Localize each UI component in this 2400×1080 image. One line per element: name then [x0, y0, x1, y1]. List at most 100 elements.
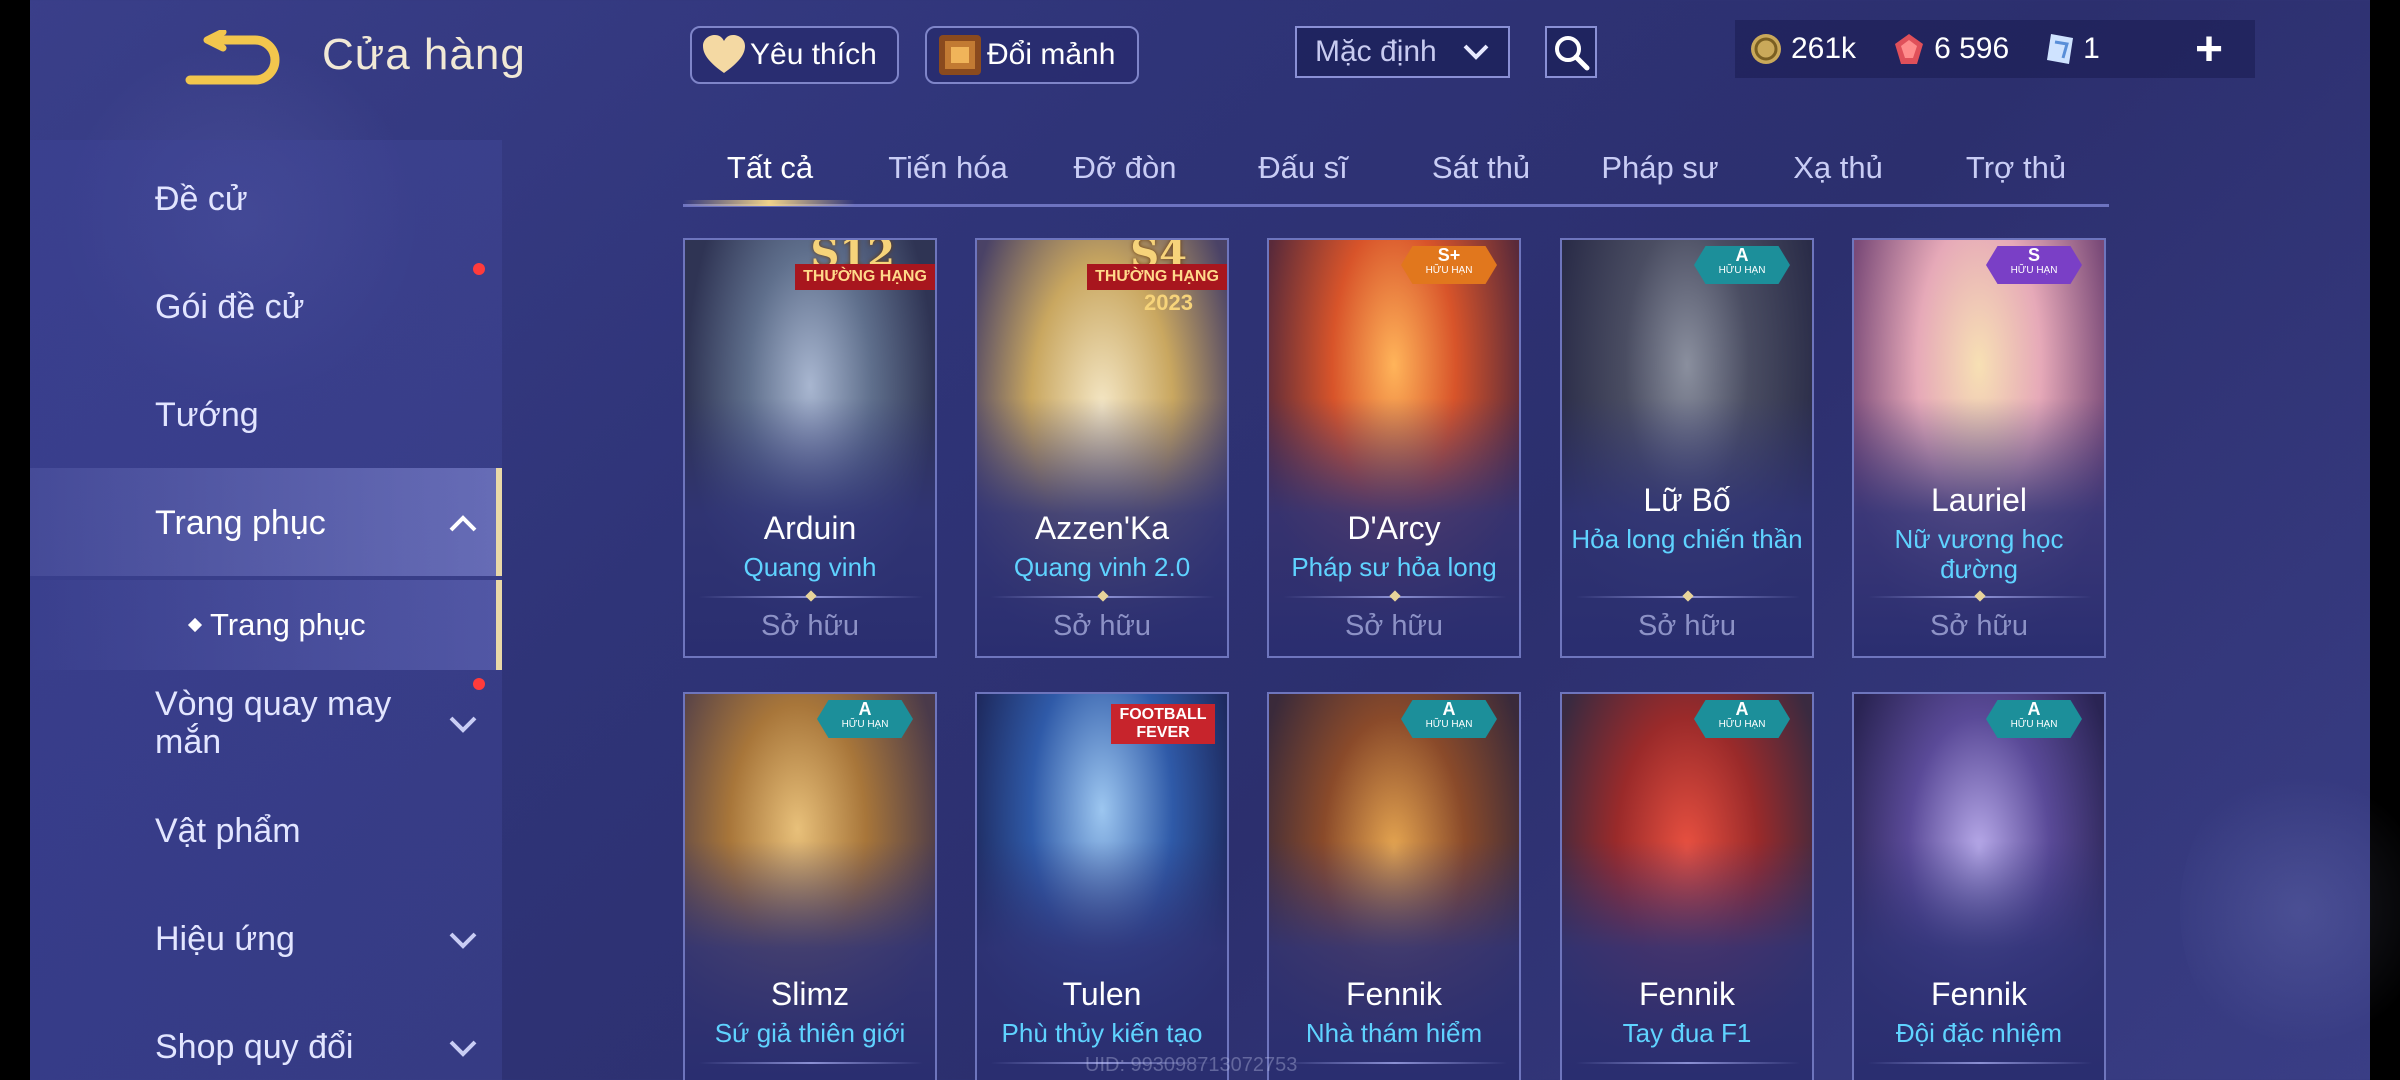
grade-badge: A HỮU HẠN — [1694, 246, 1790, 284]
skin-name: Tay đua F1 — [1622, 1018, 1752, 1048]
grade-sub: HỮU HẠN — [2010, 265, 2058, 276]
grade-badge: S HỮU HẠN — [1986, 246, 2082, 284]
back-button[interactable] — [185, 28, 285, 90]
left-letterbox — [0, 0, 30, 1080]
skin-name: Đội đặc nhiệm — [1895, 1018, 2063, 1048]
chevron-up-icon[interactable] — [447, 512, 479, 534]
owned-status: Sở hữu — [1052, 610, 1152, 642]
chevron-down-icon[interactable] — [447, 928, 479, 950]
bg-decoration — [2180, 760, 2400, 1060]
skin-card[interactable]: A HỮU HẠN Fennik Nhà thám hiểm — [1267, 692, 1521, 1080]
grade-letter: S — [2027, 245, 2040, 265]
grade-sub: HỮU HẠN — [841, 719, 889, 730]
notification-dot — [473, 263, 485, 275]
favorite-label: Yêu thích — [750, 38, 877, 71]
page-title: Cửa hàng — [322, 30, 526, 79]
tab-support[interactable]: Trợ thủ — [1926, 150, 2106, 186]
gold-amount: 261k — [1791, 32, 1857, 65]
skin-card[interactable]: S+ HỮU HẠN D'Arcy Pháp sư hỏa long Sở hữ… — [1267, 238, 1521, 658]
category-tabs: Tất cả Tiến hóa Đỡ đòn Đấu sĩ Sát thủ Ph… — [683, 140, 2109, 207]
hero-name: Fennik — [1930, 976, 2028, 1012]
voucher-currency: 1 — [2045, 32, 2100, 66]
skin-card[interactable]: S HỮU HẠN Lauriel Nữ vương học đường Sở … — [1852, 238, 2106, 658]
skin-card[interactable]: S4 THƯỜNG HẠNG 2023 Azzen'Ka Quang vinh … — [975, 238, 1229, 658]
grade-letter: A — [858, 699, 872, 719]
heart-icon — [703, 35, 745, 73]
search-button[interactable] — [1545, 26, 1597, 78]
voucher-icon — [2047, 34, 2074, 64]
favorite-button[interactable]: Yêu thích — [690, 26, 899, 84]
divider — [1576, 1062, 1800, 1064]
hero-name: Lữ Bố — [1643, 482, 1731, 518]
grade-badge: A HỮU HẠN — [817, 700, 913, 738]
sidebar-item-recommended-packs[interactable]: Gói đề cử — [155, 288, 455, 326]
gold-coin-icon — [1751, 34, 1781, 64]
tab-all[interactable]: Tất cả — [680, 150, 860, 186]
season-year: 2023 — [1144, 290, 1193, 315]
grade-sub: HỮU HẠN — [1718, 265, 1766, 276]
skin-card[interactable]: S12 THƯỜNG HẠNG Arduin Quang vinh Sở hữu — [683, 238, 937, 658]
skin-card[interactable]: A HỮU HẠN Fennik Tay đua F1 — [1560, 692, 1814, 1080]
sort-value: Mặc định — [1315, 35, 1437, 68]
grade-letter: A — [1442, 699, 1456, 719]
hero-name: Azzen'Ka — [1034, 510, 1170, 546]
owned-status: Sở hữu — [760, 610, 860, 642]
skin-card[interactable]: A HỮU HẠN Fennik Đội đặc nhiệm — [1852, 692, 2106, 1080]
sidebar-item-items[interactable]: Vật phẩm — [155, 812, 455, 850]
tab-tank[interactable]: Đỡ đòn — [1035, 150, 1215, 186]
hero-name: Fennik — [1638, 976, 1736, 1012]
tab-marksman[interactable]: Xạ thủ — [1748, 150, 1928, 186]
sidebar-item-skins[interactable]: Trang phục — [155, 504, 455, 542]
voucher-amount: 1 — [2083, 32, 2100, 65]
hero-name: Fennik — [1345, 976, 1443, 1012]
back-arrow-icon — [185, 28, 280, 85]
currency-bar: 261k 6 596 1 — [1735, 20, 2255, 78]
grade-badge: S+ HỮU HẠN — [1401, 246, 1497, 284]
grade-letter: S+ — [1437, 245, 1461, 265]
tab-evolution[interactable]: Tiến hóa — [858, 150, 1038, 186]
skin-name: Quang vinh — [743, 552, 877, 582]
grade-sub: HỮU HẠN — [1425, 719, 1473, 730]
owned-status: Sở hữu — [1344, 610, 1444, 642]
sort-dropdown[interactable]: Mặc định — [1295, 26, 1510, 78]
skin-card[interactable]: A HỮU HẠN Lữ Bố Hỏa long chiến thần Sở h… — [1560, 238, 1814, 658]
grade-sub: HỮU HẠN — [1425, 265, 1473, 276]
hero-name: Slimz — [770, 976, 850, 1012]
sidebar-item-exchange-shop[interactable]: Shop quy đổi — [155, 1028, 455, 1066]
chevron-down-icon[interactable] — [447, 1036, 479, 1058]
sidebar-item-effects[interactable]: Hiệu ứng — [155, 920, 455, 958]
tab-assassin[interactable]: Sát thủ — [1391, 150, 1571, 186]
chevron-down-icon — [1463, 44, 1489, 60]
rank-ribbon: THƯỜNG HẠNG — [795, 264, 935, 290]
grade-letter: A — [2027, 699, 2041, 719]
sidebar-item-recommended[interactable]: Đề cử — [155, 180, 455, 218]
sidebar-item-heroes[interactable]: Tướng — [155, 396, 455, 434]
skin-name: Quang vinh 2.0 — [1013, 552, 1191, 582]
skin-name: Nữ vương học đường — [1894, 524, 2064, 584]
hero-name: Arduin — [763, 510, 857, 546]
divider — [699, 1062, 923, 1064]
tab-mage[interactable]: Pháp sư — [1570, 150, 1750, 186]
exchange-shards-button[interactable]: Đổi mảnh — [925, 26, 1139, 84]
tab-fighter[interactable]: Đấu sĩ — [1213, 150, 1393, 186]
gold-currency: 261k — [1749, 32, 1856, 66]
chevron-down-icon[interactable] — [447, 712, 479, 734]
divider — [1283, 1062, 1507, 1064]
skin-card[interactable]: A HỮU HẠN Slimz Sứ giả thiên giới — [683, 692, 937, 1080]
active-tab-indicator — [683, 200, 855, 206]
grade-letter: A — [1735, 245, 1749, 265]
grade-sub: HỮU HẠN — [2010, 719, 2058, 730]
hero-name: D'Arcy — [1347, 510, 1441, 546]
grade-badge: A HỮU HẠN — [1694, 700, 1790, 738]
hero-name: Lauriel — [1930, 482, 2028, 518]
owned-status: Sở hữu — [1929, 610, 2029, 642]
sidebar-subitem-skins[interactable]: Trang phục — [210, 606, 510, 644]
skin-card[interactable]: FOOTBALL FEVER Tulen Phù thủy kiến tạo — [975, 692, 1229, 1080]
hero-name: Tulen — [1062, 976, 1142, 1012]
notification-dot — [473, 678, 485, 690]
divider — [1868, 1062, 2092, 1064]
ruby-icon — [1895, 34, 1924, 64]
exchange-label: Đổi mảnh — [987, 38, 1116, 71]
add-currency-button[interactable]: + — [2195, 22, 2223, 77]
sidebar-item-lucky-spin[interactable]: Vòng quay may mắn — [155, 685, 455, 761]
